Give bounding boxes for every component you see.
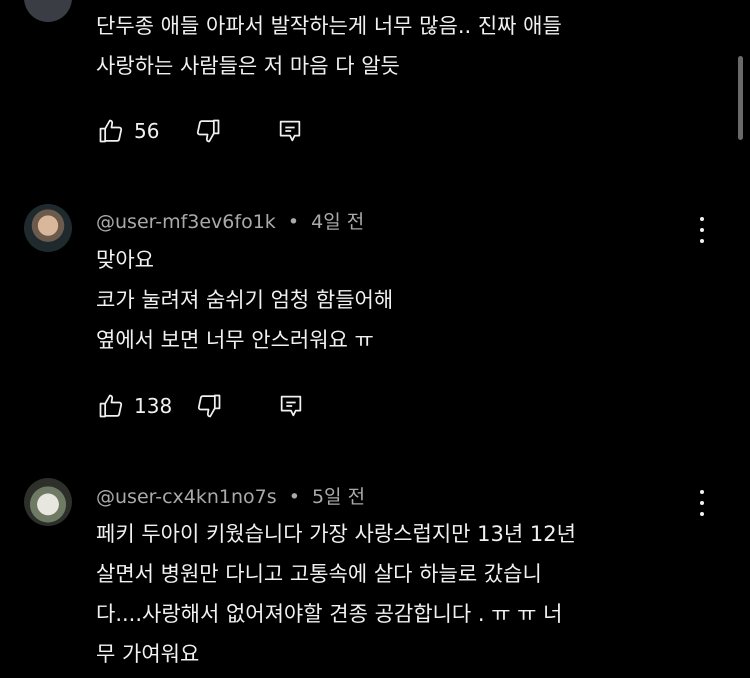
comment-line: 살면서 병원만 다니고 고통속에 살다 하늘로 갔습니 (96, 562, 542, 586)
more-vert-icon[interactable] (692, 488, 712, 518)
username[interactable]: @user-mf3ev6fo1k (96, 211, 276, 233)
thumbs-down-icon[interactable] (193, 116, 223, 146)
comment-text: 단두종 애들 아파서 발작하는게 너무 많음.. 진짜 애들 사랑하는 사람들은… (96, 6, 562, 86)
comment-line: 옆에서 보면 너무 안스러워요 ㅠ (96, 328, 374, 352)
comment-age: 5일 전 (311, 486, 366, 508)
comment-line: 단두종 애들 아파서 발작하는게 너무 많음.. 진짜 애들 (96, 14, 562, 38)
comment-actions: 138 (96, 388, 306, 424)
comment-line: 사랑하는 사람들은 저 마음 다 알듯 (96, 54, 400, 78)
thumbs-down-icon[interactable] (194, 391, 224, 421)
comment-line: 코가 눌려져 숨쉬기 엄청 함들어해 (96, 288, 394, 312)
avatar[interactable] (24, 478, 72, 526)
reply-icon[interactable] (276, 391, 306, 421)
comment-actions: 56 (96, 113, 305, 149)
like-count: 138 (134, 394, 173, 418)
more-vert-icon[interactable] (692, 215, 712, 245)
username[interactable]: @user-cx4kn1no7s (96, 486, 277, 508)
comment-text: 맞아요 코가 눌려져 숨쉬기 엄청 함들어해 옆에서 보면 너무 안스러워요 ㅠ (96, 240, 393, 360)
comment-age: 4일 전 (311, 211, 365, 233)
like-count: 56 (134, 119, 160, 143)
avatar[interactable] (24, 0, 72, 22)
thumbs-up-icon[interactable] (96, 116, 126, 146)
comment-line: 다....사랑해서 없어져야할 견종 공감합니다 . ㅠ ㅠ 너 (96, 602, 563, 626)
comment-meta: @user-mf3ev6fo1k • 4일 전 (96, 207, 364, 234)
thumbs-up-icon[interactable] (96, 391, 126, 421)
comment-meta: @user-cx4kn1no7s • 5일 전 (96, 482, 365, 509)
comment-line: 맞아요 (96, 248, 154, 272)
reply-icon[interactable] (275, 116, 305, 146)
separator: • (287, 211, 300, 233)
avatar[interactable] (24, 204, 72, 252)
scrollbar-thumb[interactable] (738, 56, 743, 140)
comment-text: 페키 두아이 키웠습니다 가장 사랑스럽지만 13년 12년 살면서 병원만 다… (96, 514, 576, 674)
separator: • (288, 486, 300, 508)
comment-line: 무 가여워요 (96, 642, 200, 666)
comment-line: 페키 두아이 키웠습니다 가장 사랑스럽지만 13년 12년 (96, 522, 576, 546)
